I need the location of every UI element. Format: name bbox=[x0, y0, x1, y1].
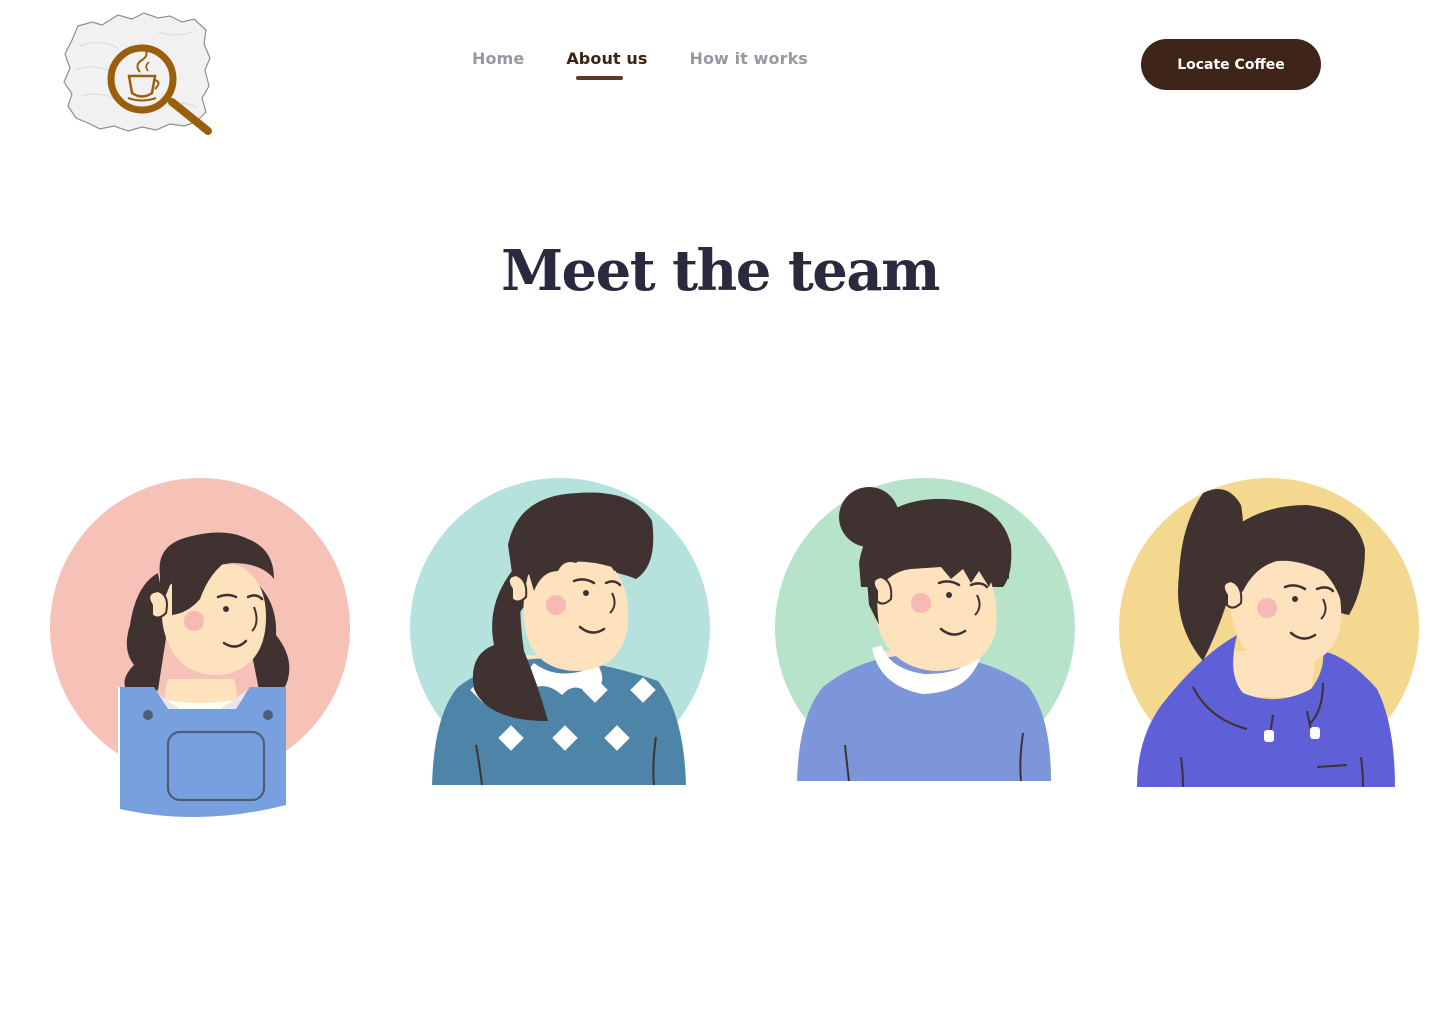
logo[interactable] bbox=[58, 10, 218, 138]
team-member-4-avatar bbox=[1119, 478, 1419, 788]
nav-item-how-it-works[interactable]: How it works bbox=[689, 48, 807, 70]
page-title: Meet the team bbox=[501, 238, 940, 304]
team-member-card bbox=[773, 475, 1093, 835]
team-member-1-avatar bbox=[50, 478, 350, 822]
team-member-3-avatar bbox=[775, 478, 1075, 782]
team-member-2-avatar bbox=[410, 478, 710, 786]
active-nav-indicator bbox=[576, 76, 624, 80]
team-member-card bbox=[48, 475, 368, 835]
nav-item-about-us[interactable]: About us bbox=[566, 48, 648, 80]
main-nav: Home About us How it works bbox=[472, 48, 808, 80]
nav-item-home[interactable]: Home bbox=[472, 48, 524, 70]
locate-coffee-button[interactable]: Locate Coffee bbox=[1141, 39, 1321, 90]
nav-item-label: About us bbox=[566, 49, 648, 68]
page: Home About us How it works Locate Coffee… bbox=[0, 0, 1440, 1024]
team-member-card bbox=[408, 475, 728, 835]
magnifier-coffee-cup-icon bbox=[63, 12, 212, 135]
team-member-card bbox=[1117, 475, 1437, 835]
